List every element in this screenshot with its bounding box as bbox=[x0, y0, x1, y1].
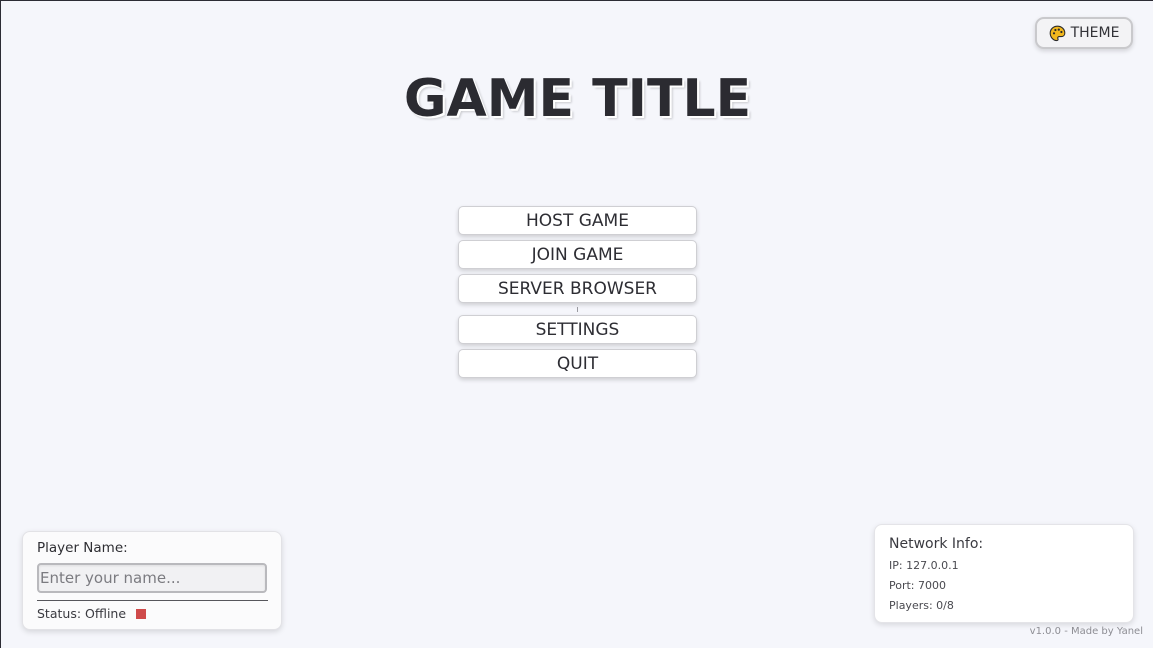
host-game-button[interactable]: HOST GAME bbox=[458, 206, 697, 235]
panel-divider bbox=[37, 600, 268, 601]
settings-button[interactable]: SETTINGS bbox=[458, 315, 697, 344]
palette-icon bbox=[1049, 25, 1066, 42]
theme-button[interactable]: THEME bbox=[1035, 17, 1133, 49]
player-name-label: Player Name: bbox=[37, 540, 128, 556]
network-ip: IP: 127.0.0.1 bbox=[889, 559, 959, 572]
network-info-title: Network Info: bbox=[889, 536, 984, 552]
join-game-button[interactable]: JOIN GAME bbox=[458, 240, 697, 269]
network-info-panel: Network Info: IP: 127.0.0.1 Port: 7000 P… bbox=[874, 524, 1134, 623]
network-players: Players: 0/8 bbox=[889, 599, 954, 612]
game-title: GAME TITLE bbox=[403, 69, 752, 129]
theme-button-label: THEME bbox=[1070, 25, 1120, 41]
network-port: Port: 7000 bbox=[889, 579, 947, 592]
server-browser-button[interactable]: SERVER BROWSER bbox=[458, 274, 697, 303]
player-name-input[interactable] bbox=[37, 563, 267, 593]
quit-button[interactable]: QUIT bbox=[458, 349, 697, 378]
menu-divider bbox=[577, 307, 578, 312]
player-panel: Player Name: Status: Offline bbox=[22, 531, 282, 630]
status-indicator bbox=[136, 608, 147, 619]
version-label: v1.0.0 - Made by Yanel bbox=[1029, 626, 1143, 637]
status-row: Status: Offline bbox=[37, 606, 147, 621]
status-text: Status: Offline bbox=[37, 606, 127, 621]
